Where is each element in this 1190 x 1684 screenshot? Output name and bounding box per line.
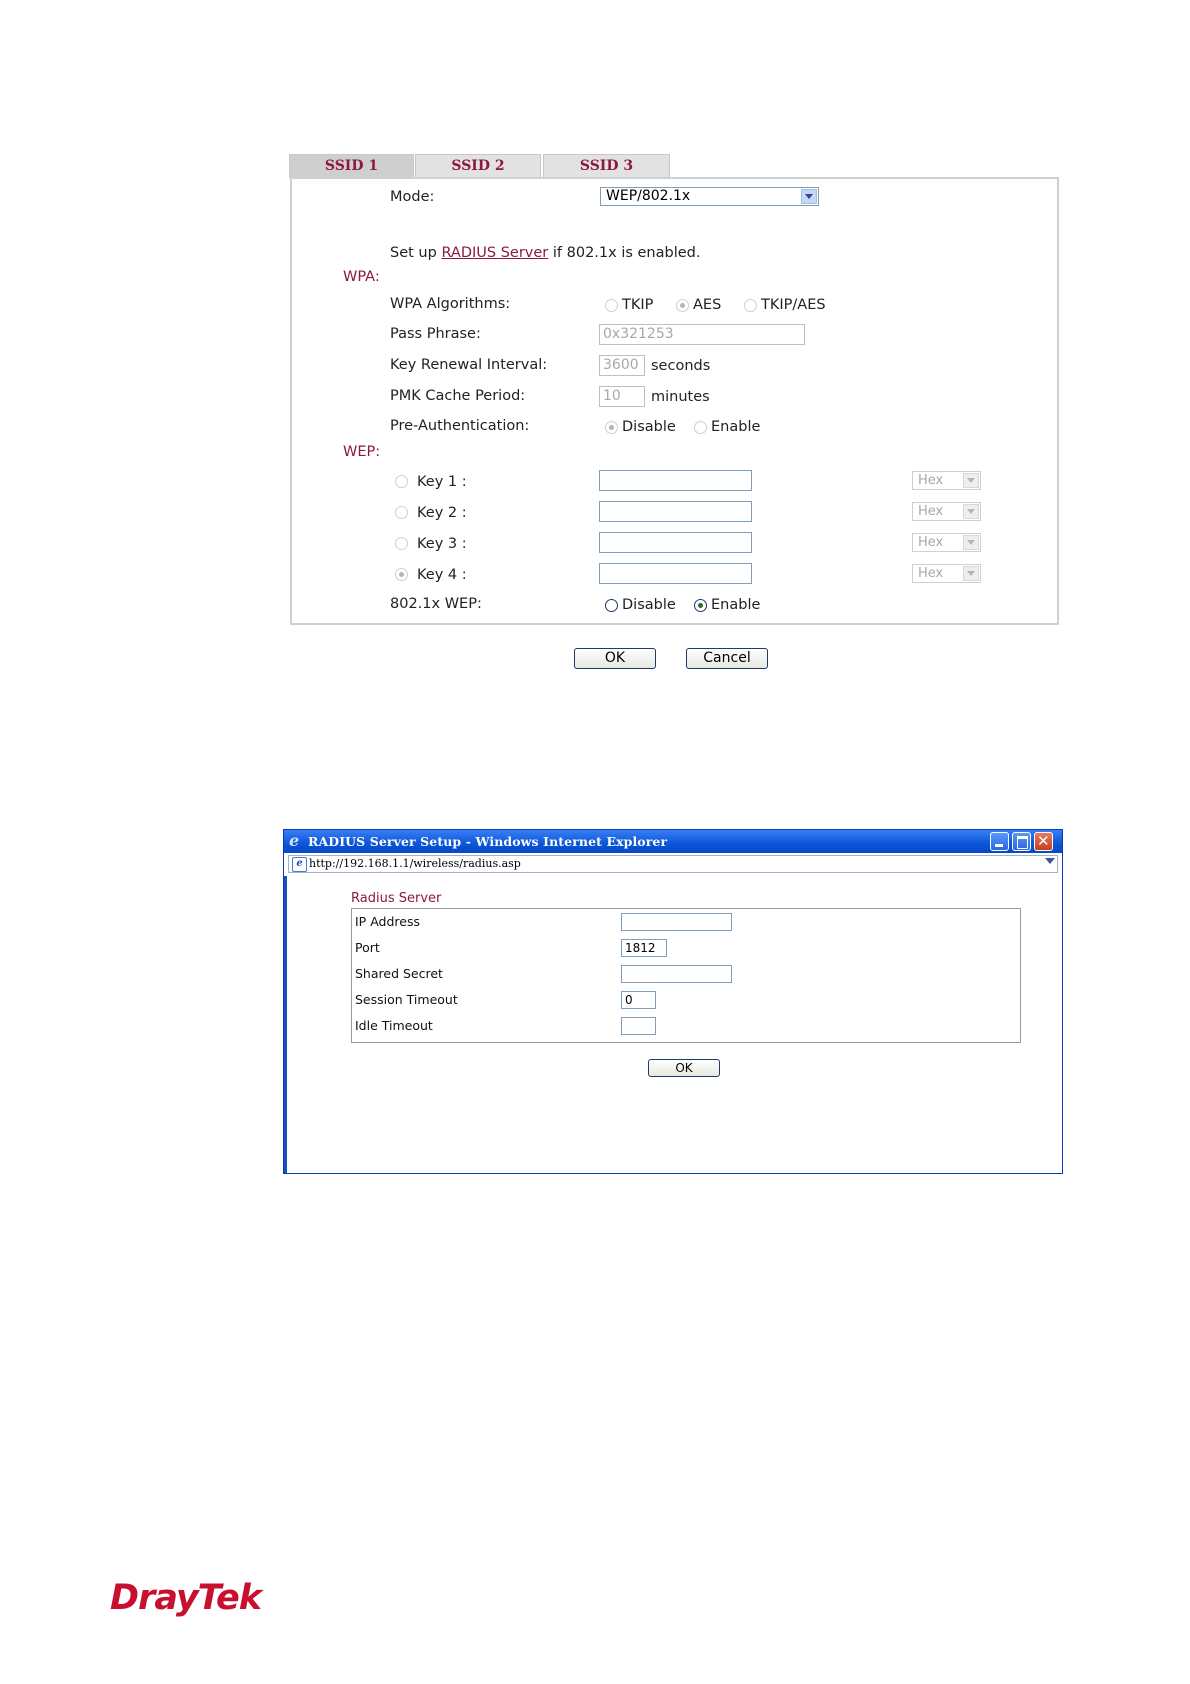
key-2-label: Key 2 : (417, 505, 467, 521)
key-4-format-select[interactable]: Hex (912, 564, 981, 583)
radio-x8021-enable[interactable] (694, 599, 707, 612)
session-timeout-input[interactable]: 0 (621, 991, 656, 1009)
pmk-cache-unit: minutes (651, 389, 710, 405)
key-1-format-value: Hex (918, 473, 944, 488)
x8021-enable-label: Enable (711, 597, 761, 613)
radius-server-title: Radius Server (351, 891, 442, 906)
key-2-input[interactable] (599, 501, 752, 522)
mode-select-value: WEP/802.1x (606, 188, 691, 204)
tab-ssid-1[interactable]: SSID 1 (289, 154, 414, 178)
close-icon: ✕ (1037, 832, 1050, 850)
chevron-down-icon (963, 535, 979, 550)
radius-ok-button[interactable]: OK (648, 1059, 720, 1077)
chevron-down-icon (801, 189, 817, 204)
address-bar[interactable]: e http://192.168.1.1/wireless/radius.asp (288, 855, 1058, 873)
key-2-format-select[interactable]: Hex (912, 502, 981, 521)
radio-tkip[interactable] (605, 299, 618, 312)
address-dropdown-icon[interactable] (1045, 858, 1055, 864)
session-timeout-label: Session Timeout (355, 992, 458, 1007)
key-4-input[interactable] (599, 563, 752, 584)
radio-key-4[interactable] (395, 568, 408, 581)
shared-secret-label: Shared Secret (355, 966, 443, 981)
wpa-algorithms-label: WPA Algorithms: (390, 296, 511, 312)
ok-button[interactable]: OK (574, 648, 656, 669)
chevron-down-icon (963, 473, 979, 488)
ie-logo-icon: e (289, 831, 300, 850)
pmk-cache-input[interactable]: 10 (599, 386, 645, 407)
radio-x8021-disable[interactable] (605, 599, 618, 612)
ip-address-input[interactable] (621, 913, 732, 931)
radius-server-window: e RADIUS Server Setup - Windows Internet… (283, 829, 1063, 1174)
key-3-input[interactable] (599, 532, 752, 553)
radius-server-link[interactable]: RADIUS Server (441, 245, 548, 261)
preauth-disable-label: Disable (622, 419, 676, 435)
pre-auth-label: Pre-Authentication: (390, 418, 530, 434)
mode-label: Mode: (390, 189, 435, 205)
pass-phrase-label: Pass Phrase: (390, 326, 481, 342)
key-4-format-value: Hex (918, 566, 944, 581)
key-2-format-value: Hex (918, 504, 944, 519)
chevron-down-icon (963, 566, 979, 581)
aes-label: AES (693, 297, 722, 313)
preauth-enable-label: Enable (711, 419, 761, 435)
address-text: http://192.168.1.1/wireless/radius.asp (309, 857, 521, 870)
key-3-label: Key 3 : (417, 536, 467, 552)
radio-key-2[interactable] (395, 506, 408, 519)
idle-timeout-input[interactable] (621, 1017, 656, 1035)
key-4-label: Key 4 : (417, 567, 467, 583)
draytek-logo: DrayTek (110, 1578, 262, 1618)
x8021-disable-label: Disable (622, 597, 676, 613)
key-3-format-value: Hex (918, 535, 944, 550)
tab-ssid-2[interactable]: SSID 2 (415, 154, 541, 178)
cancel-button[interactable]: Cancel (686, 648, 768, 669)
maximize-button[interactable] (1012, 832, 1031, 851)
chevron-down-icon (963, 504, 979, 519)
key-renewal-unit: seconds (651, 358, 711, 374)
wpa-section-title: WPA: (343, 269, 380, 285)
shared-secret-input[interactable] (621, 965, 732, 983)
minimize-icon (995, 844, 1003, 847)
key-1-label: Key 1 : (417, 474, 467, 490)
radio-aes[interactable] (676, 299, 689, 312)
port-input[interactable]: 1812 (621, 939, 667, 957)
radius-note-suffix: if 802.1x is enabled. (552, 245, 701, 261)
page-icon: e (292, 857, 307, 872)
x8021-wep-label: 802.1x WEP: (390, 596, 482, 612)
radius-note-prefix: Set up (390, 245, 437, 261)
key-3-format-select[interactable]: Hex (912, 533, 981, 552)
minimize-button[interactable] (990, 832, 1009, 851)
pass-phrase-input[interactable]: 0x321253 (599, 324, 805, 345)
tkip-label: TKIP (622, 297, 654, 313)
key-1-input[interactable] (599, 470, 752, 491)
ip-address-label: IP Address (355, 914, 420, 929)
radio-preauth-enable[interactable] (694, 421, 707, 434)
key-renewal-label: Key Renewal Interval: (390, 357, 548, 373)
radio-key-3[interactable] (395, 537, 408, 550)
tkip-aes-label: TKIP/AES (761, 297, 826, 313)
maximize-icon (1017, 836, 1028, 849)
window-title: RADIUS Server Setup - Windows Internet E… (308, 834, 668, 849)
pmk-cache-label: PMK Cache Period: (390, 388, 526, 404)
radio-preauth-disable[interactable] (605, 421, 618, 434)
key-1-format-select[interactable]: Hex (912, 471, 981, 490)
mode-select[interactable]: WEP/802.1x (600, 187, 819, 206)
radio-key-1[interactable] (395, 475, 408, 488)
radio-tkip-aes[interactable] (744, 299, 757, 312)
port-label: Port (355, 940, 380, 955)
close-button[interactable]: ✕ (1034, 832, 1053, 851)
tab-ssid-3[interactable]: SSID 3 (543, 154, 670, 178)
wep-section-title: WEP: (343, 444, 381, 460)
key-renewal-input[interactable]: 3600 (599, 355, 645, 376)
idle-timeout-label: Idle Timeout (355, 1018, 433, 1033)
radius-note: Set up RADIUS Server if 802.1x is enable… (390, 245, 700, 261)
window-content: Radius Server IP Address Port 1812 Share… (284, 876, 1062, 1173)
window-title-bar[interactable]: e RADIUS Server Setup - Windows Internet… (284, 830, 1062, 853)
